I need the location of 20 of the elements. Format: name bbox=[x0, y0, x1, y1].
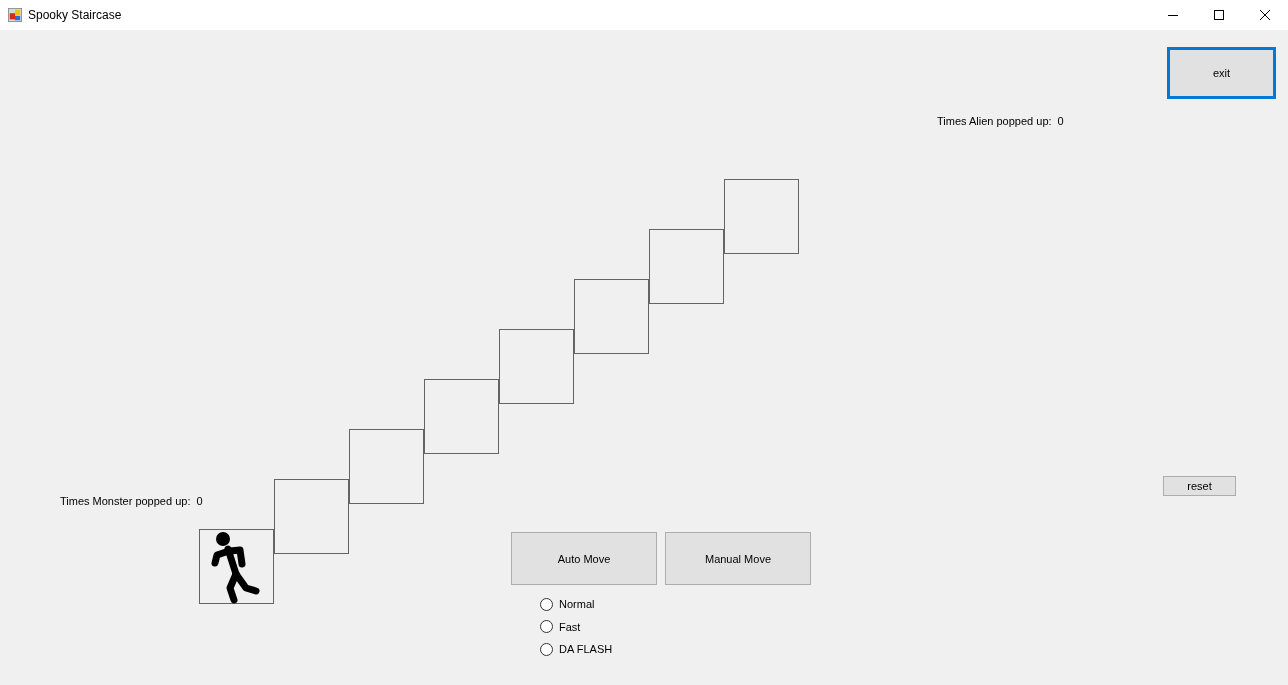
close-icon bbox=[1260, 10, 1270, 20]
radio-button[interactable] bbox=[540, 620, 553, 634]
running-person-icon bbox=[209, 529, 260, 604]
radio-button[interactable] bbox=[540, 642, 553, 656]
monster-count-label: Times Monster popped up: bbox=[60, 495, 191, 507]
exit-button[interactable]: exit bbox=[1167, 47, 1276, 99]
move-button[interactable]: Auto Move bbox=[511, 532, 657, 585]
window-title: Spooky Staircase bbox=[28, 8, 122, 22]
radio-button[interactable] bbox=[540, 597, 553, 611]
maximize-icon bbox=[1214, 10, 1224, 20]
app-icon bbox=[8, 8, 22, 22]
radio-label[interactable]: Fast bbox=[559, 620, 581, 633]
radio-label[interactable]: DA FLASH bbox=[559, 643, 613, 656]
move-button[interactable]: Manual Move bbox=[665, 532, 811, 585]
alien-count-label: Times Alien popped up: bbox=[937, 115, 1052, 127]
minimize-icon bbox=[1168, 14, 1178, 16]
reset-button[interactable]: reset bbox=[1163, 476, 1236, 496]
radio-label[interactable]: Normal bbox=[559, 598, 595, 611]
alien-count-value: 0 bbox=[1057, 115, 1064, 127]
monster-count-value: 0 bbox=[196, 495, 203, 507]
